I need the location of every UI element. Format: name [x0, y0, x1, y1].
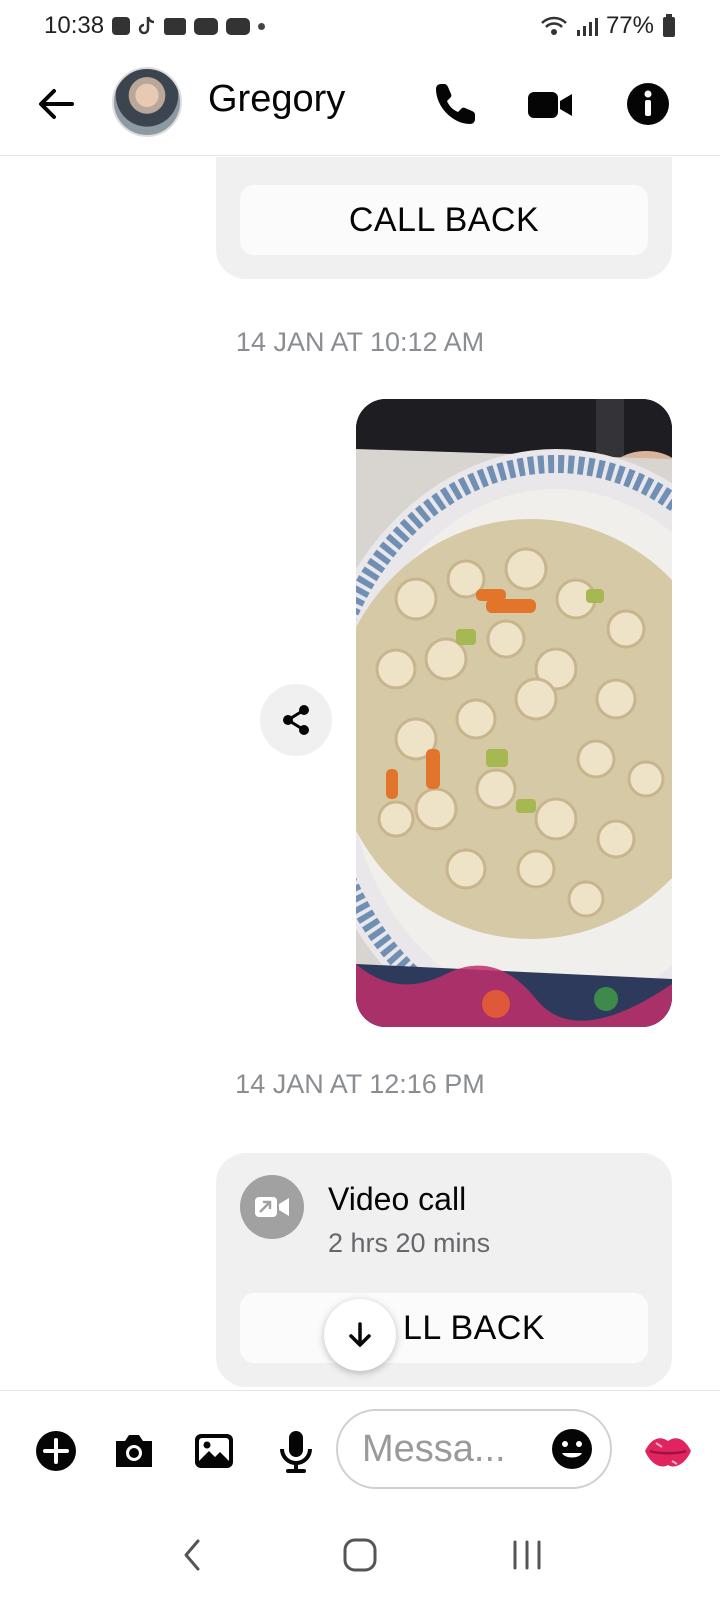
signal-icon [576, 16, 598, 36]
battery-icon [662, 14, 676, 38]
wifi-icon [540, 15, 568, 37]
status-left: 10:38 [44, 12, 266, 40]
messenger-chat-screen: 10:38 77% Gregory CALL BACK 14 JAN AT 10… [0, 0, 720, 1600]
youtube-icon [194, 17, 219, 35]
message-composer: Messa... [0, 1390, 720, 1510]
contact-name[interactable]: Gregory [208, 78, 345, 121]
call-text: Video call 2 hrs 20 mins [328, 1175, 490, 1259]
phone-call-icon[interactable] [432, 80, 480, 128]
status-bar: 10:38 77% [0, 0, 720, 52]
call-back-button[interactable]: LL BACK [240, 1293, 648, 1363]
call-duration: 2 hrs 20 mins [328, 1228, 491, 1258]
gallery-icon[interactable] [190, 1427, 238, 1475]
battery-percent: 77% [605, 12, 654, 39]
share-icon [283, 705, 309, 735]
call-title: Video call [328, 1181, 467, 1217]
share-button[interactable] [260, 684, 332, 756]
message-input[interactable]: Messa... [336, 1409, 612, 1489]
camera-icon[interactable] [110, 1427, 158, 1475]
video-call-missed-icon [240, 1175, 304, 1239]
more-notifications-dot-icon [258, 22, 266, 30]
tiktok-icon [138, 15, 156, 37]
microphone-icon[interactable] [272, 1427, 320, 1475]
nav-back-icon[interactable] [163, 1525, 223, 1585]
message-timestamp: 14 JAN AT 12:16 PM [235, 1069, 485, 1099]
system-navigation-bar [0, 1510, 720, 1600]
nav-home-icon[interactable] [330, 1525, 390, 1585]
video-call-icon[interactable] [526, 80, 574, 128]
status-time: 10:38 [44, 12, 105, 39]
call-log-card: Video call 2 hrs 20 mins LL BACK [216, 1153, 672, 1387]
back-arrow-icon[interactable] [34, 82, 78, 126]
call-back-button[interactable]: CALL BACK [240, 185, 648, 255]
message-timestamp: 14 JAN AT 10:12 AM [235, 327, 485, 357]
chat-header: Gregory [0, 52, 720, 156]
scroll-to-bottom-button[interactable] [324, 1299, 396, 1371]
emoji-icon[interactable] [548, 1425, 596, 1473]
message-thread[interactable]: CALL BACK 14 JAN AT 10:12 AM 14 JAN AT 1… [0, 157, 720, 1389]
call-info: Video call 2 hrs 20 mins [240, 1175, 490, 1259]
folder-icon [164, 17, 187, 35]
message-placeholder: Messa... [362, 1427, 506, 1470]
shopping-bag-icon [112, 17, 131, 35]
arrow-down-icon [349, 1322, 371, 1347]
contact-avatar[interactable] [112, 67, 182, 137]
call-log-card: CALL BACK [216, 157, 672, 279]
nav-recents-icon[interactable] [497, 1525, 557, 1585]
status-right: 77% [540, 12, 676, 40]
shared-food-photo[interactable] [356, 399, 672, 1027]
plus-icon[interactable] [32, 1427, 80, 1475]
info-icon[interactable] [624, 80, 672, 128]
kiss-lips-icon[interactable] [642, 1429, 694, 1473]
youtube-icon [226, 17, 251, 35]
